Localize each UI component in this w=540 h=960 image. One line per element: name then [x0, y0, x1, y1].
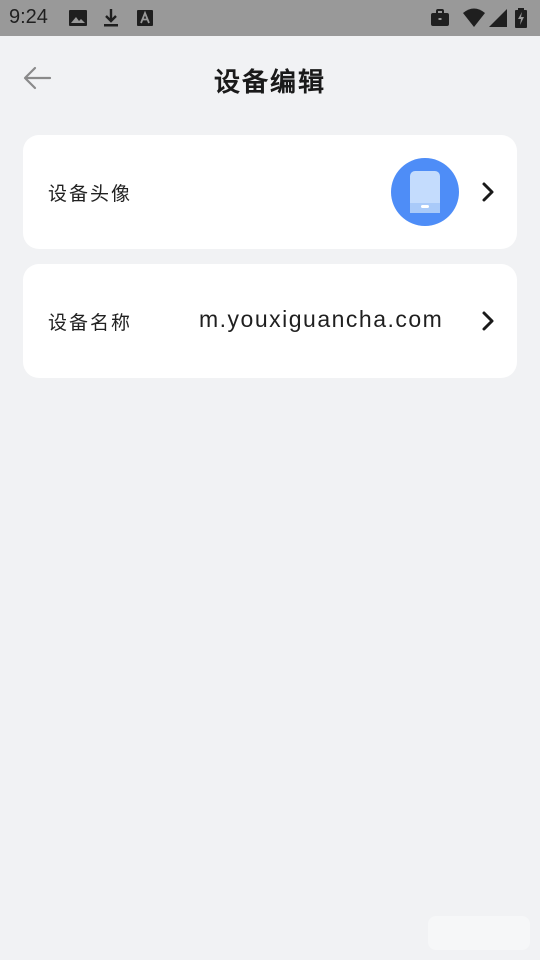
page-title: 设备编辑: [213, 68, 326, 98]
device-name-label: 设备名称: [48, 312, 133, 334]
download-icon: [101, 8, 121, 28]
header: 设备编辑: [0, 36, 540, 120]
chevron-right-icon: [479, 180, 497, 204]
image-icon: [68, 8, 88, 28]
device-avatar-row[interactable]: 设备头像: [23, 135, 517, 249]
wifi-icon: [462, 8, 486, 28]
device-name-value: m.youxiguancha.com: [199, 306, 444, 332]
device-avatar-label: 设备头像: [48, 183, 133, 205]
status-time: 9:24: [9, 6, 48, 28]
chevron-right-icon: [479, 309, 497, 333]
briefcase-icon: [430, 8, 450, 28]
font-icon: [135, 8, 155, 28]
battery-charging-icon: [514, 8, 528, 28]
device-name-row[interactable]: 设备名称 m.youxiguancha.com: [23, 264, 517, 378]
phone-icon: [391, 158, 459, 226]
floating-overlay: [428, 916, 530, 950]
signal-icon: [488, 8, 508, 28]
avatar[interactable]: [391, 158, 459, 226]
status-bar: 9:24: [0, 0, 540, 36]
